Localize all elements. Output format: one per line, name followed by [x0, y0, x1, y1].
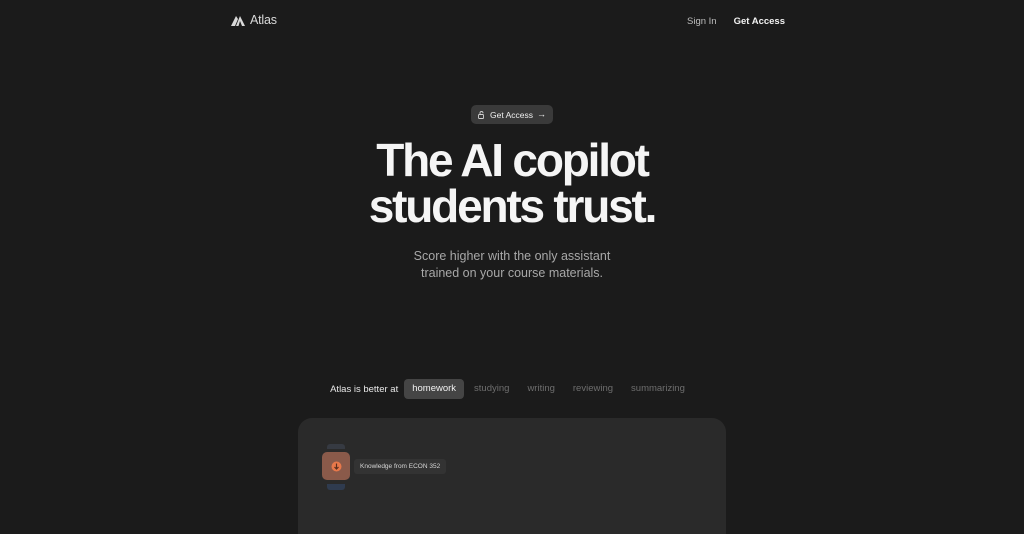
page-title: The AI copilot students trust. — [0, 137, 1024, 229]
tab-writing[interactable]: writing — [519, 379, 562, 399]
lock-icon — [478, 110, 484, 119]
headline-line-2: students trust. — [368, 180, 658, 232]
tab-reviewing[interactable]: reviewing — [565, 379, 621, 399]
get-access-label: Get Access — [490, 109, 533, 120]
subheadline-line-2: trained on your course materials. — [420, 266, 604, 280]
subheadline: Score higher with the only assistant tra… — [0, 248, 1024, 282]
demo-card: Knowledge from ECON 352 — [298, 418, 726, 534]
nav-links: Sign In Get Access — [687, 16, 785, 27]
feature-tabs-lead: Atlas is better at — [330, 383, 399, 395]
brand-name: Atlas — [250, 13, 277, 27]
source-tile — [322, 452, 350, 480]
arrow-right-icon: → — [537, 109, 546, 119]
course-source-icon — [331, 461, 341, 471]
atlas-logo-icon — [231, 16, 245, 26]
get-access-button[interactable]: Get Access → — [471, 105, 553, 124]
top-nav: Atlas Sign In Get Access — [0, 0, 1024, 44]
headline-line-1: The AI copilot — [376, 134, 650, 186]
brand-logo[interactable]: Atlas — [231, 13, 277, 27]
tab-studying[interactable]: studying — [466, 379, 517, 399]
stack-layer-bottom — [327, 484, 345, 490]
sign-in-link[interactable]: Sign In — [687, 16, 717, 27]
feature-tabs: Atlas is better at homework studying wri… — [0, 379, 1024, 399]
stack-layer-top — [327, 444, 345, 449]
get-access-link[interactable]: Get Access — [734, 16, 785, 27]
knowledge-badge: Knowledge from ECON 352 — [354, 459, 447, 474]
source-stack — [322, 444, 350, 490]
tab-homework[interactable]: homework — [404, 379, 465, 399]
subheadline-line-1: Score higher with the only assistant — [413, 249, 611, 263]
tab-summarizing[interactable]: summarizing — [623, 379, 693, 399]
